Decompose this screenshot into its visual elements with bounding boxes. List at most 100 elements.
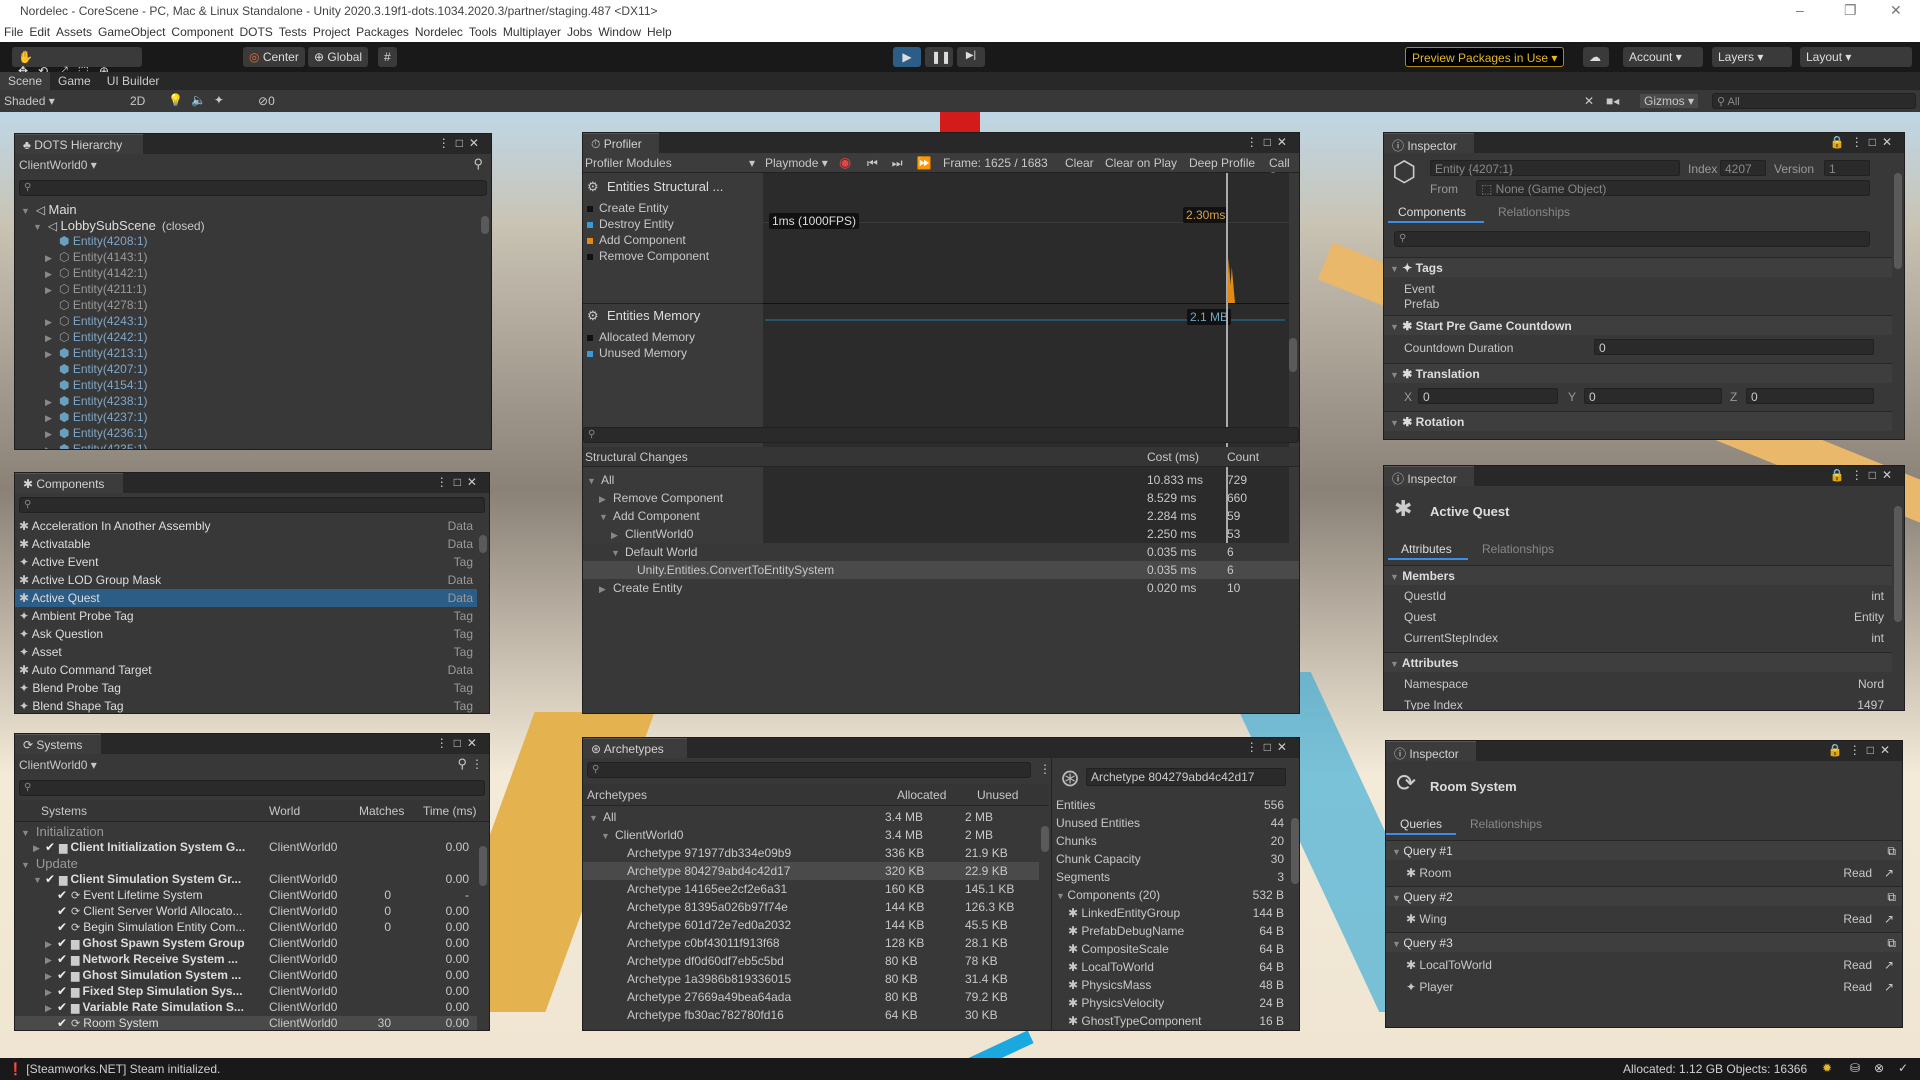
entity-item[interactable]: ▶ ⬢ Entity(4237:1) <box>15 410 479 426</box>
archetype-row[interactable]: ▼ ClientWorld0 3.4 MB 2 MB <box>583 826 1039 844</box>
playmode-dropdown[interactable]: Playmode ▾ <box>765 156 828 170</box>
expand-arrow[interactable]: ▶ <box>45 987 57 998</box>
layout-dropdown[interactable]: Layout ▾ <box>1800 47 1912 67</box>
panel-controls[interactable]: ⋮□✕ <box>1246 135 1293 149</box>
entity-item[interactable]: ▶ ⬡ Entity(4142:1) <box>15 266 479 282</box>
structural-row[interactable]: ▼ Add Component 2.284 ms 59 <box>583 507 1299 525</box>
clear-button[interactable]: Clear <box>1065 156 1094 170</box>
menu-packages[interactable]: Packages <box>356 25 409 39</box>
tools-icon[interactable]: ✕ <box>1584 94 1594 108</box>
expand-arrow[interactable]: ▶ <box>33 843 45 854</box>
profiler-tab[interactable]: ⏱ Profiler <box>583 133 659 153</box>
countdown-section[interactable]: ▼ ✱ Start Pre Game Countdown <box>1384 315 1892 335</box>
entity-item[interactable]: ▶ ⬢ Entity(4235:1) <box>15 442 479 449</box>
menu-assets[interactable]: Assets <box>56 25 92 39</box>
expand-arrow[interactable]: ▶ <box>45 971 57 982</box>
legend-item[interactable]: Remove Component <box>587 249 759 265</box>
component-item[interactable]: ✦ Active Event Tag <box>15 553 477 571</box>
cache-icon[interactable]: ⛁ <box>1850 1061 1860 1075</box>
copy-icon[interactable]: ⧉ <box>1887 844 1896 859</box>
pivot-global-button[interactable]: ⊕ Global <box>308 47 369 67</box>
structural-row[interactable]: ▶ Create Entity 0.020 ms 10 <box>583 579 1299 597</box>
archetypes-search-input[interactable]: ⚲ <box>587 762 1031 778</box>
expand-arrow[interactable]: ▼ <box>21 206 30 216</box>
expand-arrow[interactable]: ▼ <box>33 875 45 885</box>
menu-edit[interactable]: Edit <box>29 25 50 39</box>
deep-profile-button[interactable]: Deep Profile <box>1189 156 1255 170</box>
structural-module[interactable]: ⚙ Entities Structural ... Create Entity D… <box>583 173 763 303</box>
record-button[interactable]: ◉ <box>839 154 851 171</box>
menu-file[interactable]: File <box>4 25 23 39</box>
tree-item-subscene[interactable]: ▼ ◁ LobbySubScene (closed) <box>15 218 479 234</box>
component-item[interactable]: ✦ Ask Question Tag <box>15 625 477 643</box>
scene-search-input[interactable]: ⚲ All <box>1712 93 1916 109</box>
structural-row[interactable]: ▼ Default World 0.035 ms 6 <box>583 543 1299 561</box>
system-row[interactable]: ▶ ✔ ▆ Ghost Spawn System Group ClientWorld0… <box>15 936 477 952</box>
component-item[interactable]: ✱ Active Quest Data <box>15 589 477 607</box>
expand-arrow[interactable]: ▶ <box>45 269 59 280</box>
layers-dropdown[interactable]: Layers ▾ <box>1712 47 1792 67</box>
component-item[interactable]: ✦ Blend Shape Tag Tag <box>15 697 477 713</box>
query-header[interactable]: ▼ Query #3 ⧉ <box>1386 932 1902 952</box>
tab-relationships[interactable]: Relationships <box>1498 203 1570 221</box>
open-icon[interactable]: ↗ <box>1884 912 1894 926</box>
column-header[interactable]: Structural Changes <box>585 450 688 464</box>
entity-item[interactable]: ▶ ⬡ Entity(4211:1) <box>15 282 479 298</box>
search-icon[interactable]: ⚲ <box>457 756 467 772</box>
search-icon[interactable]: ⚲ <box>473 156 483 172</box>
archetype-component[interactable]: ✱ PhysicsMass 48 B <box>1052 976 1288 994</box>
tags-section[interactable]: ▼ ✦ Tags <box>1384 257 1892 277</box>
enabled-checkbox[interactable]: ✔ <box>57 968 71 982</box>
scrollbar[interactable] <box>1894 506 1902 622</box>
inspector-tab[interactable]: ⓘ Inspector <box>1386 741 1476 761</box>
component-item[interactable]: ✱ Activatable Data <box>15 535 477 553</box>
column-header[interactable]: Matches <box>359 804 404 818</box>
translation-z-field[interactable]: 0 <box>1746 388 1874 404</box>
menu-multiplayer[interactable]: Multiplayer <box>503 25 561 39</box>
menu-gameobject[interactable]: GameObject <box>98 25 165 39</box>
query-header[interactable]: ▼ Query #1 ⧉ <box>1386 840 1902 860</box>
close-button[interactable]: ✕ <box>1890 2 1902 19</box>
structural-row[interactable]: ▼ All 10.833 ms 729 <box>583 471 1299 489</box>
legend-item[interactable]: Unused Memory <box>587 346 759 362</box>
open-icon[interactable]: ↗ <box>1884 980 1894 994</box>
expand-arrow[interactable]: ▼ <box>589 813 603 823</box>
system-group[interactable]: ▼ Initialization <box>15 824 477 840</box>
expand-arrow[interactable]: ▶ <box>45 317 59 328</box>
panel-controls[interactable]: 🔒⋮□✕ <box>1830 468 1898 482</box>
panel-controls[interactable]: ⋮□✕ <box>1246 740 1293 754</box>
expand-arrow[interactable]: ▼ <box>33 222 42 232</box>
profiler-modules-dropdown[interactable]: Profiler Modules ▾ <box>585 156 755 170</box>
transform-tools[interactable]: ✋✥⟲⤢⬚⊕✂ <box>12 47 142 93</box>
tab-relationships[interactable]: Relationships <box>1482 540 1554 558</box>
members-section[interactable]: ▼ Members <box>1384 565 1892 585</box>
world-dropdown[interactable]: ClientWorld0 ▾ <box>19 158 97 172</box>
hidden-objects-toggle[interactable]: ⊘0 <box>258 94 275 108</box>
tree-item-main[interactable]: ▼ ◁ Main <box>15 202 479 218</box>
expand-arrow[interactable]: ▶ <box>45 413 59 424</box>
entity-item[interactable]: ▶ ⬡ Entity(4143:1) <box>15 250 479 266</box>
systems-tab[interactable]: ⟳ Systems <box>15 734 101 754</box>
expand-arrow[interactable]: ▶ <box>45 253 59 264</box>
expand-arrow[interactable]: ▶ <box>45 939 57 950</box>
legend-item[interactable]: Destroy Entity <box>587 217 759 233</box>
translation-y-field[interactable]: 0 <box>1584 388 1722 404</box>
shading-dropdown[interactable]: Shaded ▾ <box>4 94 116 108</box>
inspector-tab[interactable]: ⓘ Inspector <box>1384 466 1474 486</box>
entity-item[interactable]: ⬡ Entity(4278:1) <box>15 298 479 314</box>
countdown-field[interactable]: 0 <box>1594 339 1874 355</box>
menu-nordelec[interactable]: Nordelec <box>415 25 463 39</box>
archetype-row[interactable]: Archetype 1a3986b819336015 80 KB 31.4 KB <box>583 970 1039 988</box>
system-row[interactable]: ▶ ✔ ▆ Client Initialization System G... Cli… <box>15 840 477 856</box>
rotation-section[interactable]: ▼ ✱ Rotation <box>1384 411 1892 431</box>
entity-item[interactable]: ⬢ Entity(4208:1) <box>15 234 479 250</box>
enabled-checkbox[interactable]: ✔ <box>57 1000 71 1014</box>
tab-components[interactable]: Components <box>1388 203 1484 223</box>
system-row[interactable]: ▶ ✔ ▆ Ghost Simulation System ... ClientWor… <box>15 968 477 984</box>
query-component[interactable]: ✱ Room Read ↗ <box>1386 862 1902 884</box>
expand-arrow[interactable]: ▶ <box>45 397 59 408</box>
preview-packages-button[interactable]: Preview Packages in Use ▾ <box>1405 47 1565 67</box>
structural-row[interactable]: ▶ Remove Component 8.529 ms 660 <box>583 489 1299 507</box>
scrollbar[interactable] <box>479 846 487 886</box>
panel-controls[interactable]: ⋮□✕ <box>438 136 485 150</box>
